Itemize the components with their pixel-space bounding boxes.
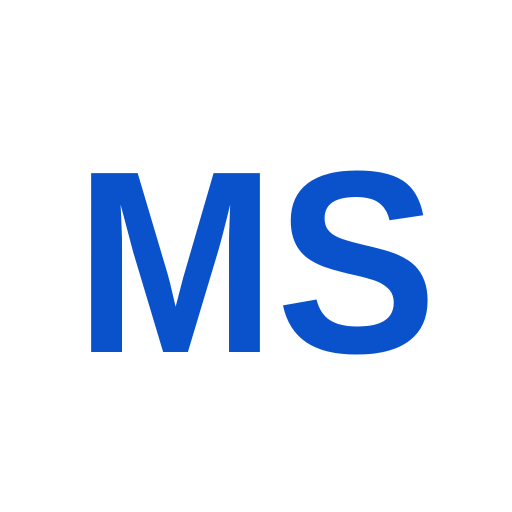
app-icon-canvas: MS — [0, 0, 512, 512]
ms-logo-text: MS — [75, 118, 437, 408]
ms-logo: MS — [75, 118, 437, 408]
